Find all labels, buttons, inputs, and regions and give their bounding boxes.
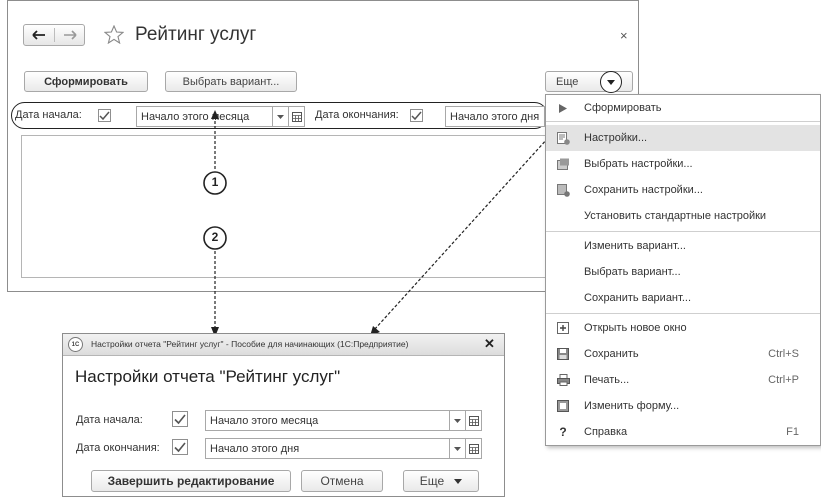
menu-divider bbox=[546, 231, 820, 232]
dialog-end-calendar[interactable] bbox=[465, 438, 482, 459]
dialog-end-label: Дата окончания: bbox=[76, 442, 160, 454]
chevron-down-icon bbox=[454, 418, 461, 423]
finish-editing-button[interactable]: Завершить редактирование bbox=[91, 470, 291, 492]
calendar-icon bbox=[468, 415, 479, 426]
arrowhead bbox=[211, 110, 219, 119]
dialog-titlebar: 1С Настройки отчета "Рейтинг услуг" - По… bbox=[63, 334, 504, 356]
dialog-start-checkbox[interactable] bbox=[172, 411, 188, 427]
settings-dialog: 1С Настройки отчета "Рейтинг услуг" - По… bbox=[62, 333, 505, 497]
menu-item-label: Изменить вариант... bbox=[584, 240, 686, 252]
menu-item-shortcut: Ctrl+S bbox=[768, 348, 799, 360]
menu-item-save-variant[interactable]: Сохранить вариант... bbox=[546, 285, 820, 311]
dialog-more-label: Еще bbox=[419, 474, 445, 488]
dialog-start-calendar[interactable] bbox=[465, 410, 482, 431]
menu-item-help[interactable]: ? Справка F1 bbox=[546, 419, 820, 445]
form-icon bbox=[556, 399, 570, 413]
app-logo-icon: 1С bbox=[68, 337, 83, 352]
menu-item-generate[interactable]: Сформировать bbox=[546, 95, 820, 121]
menu-divider bbox=[546, 313, 820, 314]
menu-item-new-window[interactable]: Открыть новое окно bbox=[546, 315, 820, 341]
chevron-down-icon bbox=[454, 446, 461, 451]
dialog-start-dropdown[interactable] bbox=[449, 410, 466, 431]
menu-item-save[interactable]: Сохранить Ctrl+S bbox=[546, 341, 820, 367]
printer-icon bbox=[556, 373, 570, 387]
menu-item-shortcut: Ctrl+P bbox=[768, 374, 799, 386]
menu-divider bbox=[546, 121, 820, 122]
dialog-window-title: Настройки отчета "Рейтинг услуг" - Пособ… bbox=[91, 339, 409, 349]
dialog-heading: Настройки отчета "Рейтинг услуг" bbox=[75, 367, 341, 386]
menu-item-choose-settings[interactable]: Выбрать настройки... bbox=[546, 151, 820, 177]
help-icon: ? bbox=[559, 425, 567, 439]
dialog-end-field[interactable]: Начало этого дня bbox=[205, 438, 450, 459]
menu-item-label: Печать... bbox=[584, 374, 630, 386]
dialog-start-label: Дата начала: bbox=[76, 414, 143, 426]
menu-item-label: Изменить форму... bbox=[584, 400, 680, 412]
menu-item-label: Выбрать настройки... bbox=[584, 158, 693, 170]
save-settings-icon bbox=[556, 183, 570, 197]
floppy-icon bbox=[556, 347, 570, 361]
menu-item-label: Сохранить вариант... bbox=[584, 292, 691, 304]
menu-item-settings[interactable]: Настройки... bbox=[546, 125, 820, 151]
dialog-more-button[interactable]: Еще bbox=[403, 470, 479, 492]
callout-number-2: 2 bbox=[211, 230, 219, 244]
menu-item-label: Настройки... bbox=[584, 132, 648, 144]
dialog-end-dropdown[interactable] bbox=[449, 438, 466, 459]
dialog-close-button[interactable]: ✕ bbox=[484, 336, 495, 352]
menu-item-label: Выбрать вариант... bbox=[584, 266, 681, 278]
dialog-end-checkbox[interactable] bbox=[172, 439, 188, 455]
settings-icon bbox=[556, 131, 570, 145]
more-menu: Сформировать Настройки... Выбрать настро… bbox=[545, 94, 821, 446]
dialog-start-field[interactable]: Начало этого месяца bbox=[205, 410, 450, 431]
cancel-button[interactable]: Отмена bbox=[301, 470, 383, 492]
menu-item-label: Справка bbox=[584, 426, 628, 438]
new-window-icon bbox=[556, 321, 570, 335]
menu-item-choose-variant[interactable]: Выбрать вариант... bbox=[546, 259, 820, 285]
checkmark-icon bbox=[174, 441, 186, 452]
choose-settings-icon bbox=[556, 157, 570, 171]
menu-item-edit-variant[interactable]: Изменить вариант... bbox=[546, 233, 820, 259]
menu-item-label: Установить стандартные настройки bbox=[584, 210, 767, 222]
menu-item-print[interactable]: Печать... Ctrl+P bbox=[546, 367, 820, 393]
menu-item-label: Сформировать bbox=[584, 102, 662, 114]
menu-item-save-settings[interactable]: Сохранить настройки... bbox=[546, 177, 820, 203]
play-icon bbox=[556, 101, 570, 115]
checkmark-icon bbox=[174, 413, 186, 424]
chevron-down-icon bbox=[454, 478, 463, 484]
menu-item-edit-form[interactable]: Изменить форму... bbox=[546, 393, 820, 419]
callout-number-1: 1 bbox=[211, 175, 219, 189]
calendar-icon bbox=[468, 443, 479, 454]
menu-item-label: Сохранить настройки... bbox=[584, 184, 703, 196]
menu-item-label: Сохранить bbox=[584, 348, 639, 360]
menu-item-label: Открыть новое окно bbox=[584, 322, 687, 334]
menu-item-standard-settings[interactable]: Установить стандартные настройки bbox=[546, 203, 820, 229]
menu-item-shortcut: F1 bbox=[786, 426, 799, 438]
